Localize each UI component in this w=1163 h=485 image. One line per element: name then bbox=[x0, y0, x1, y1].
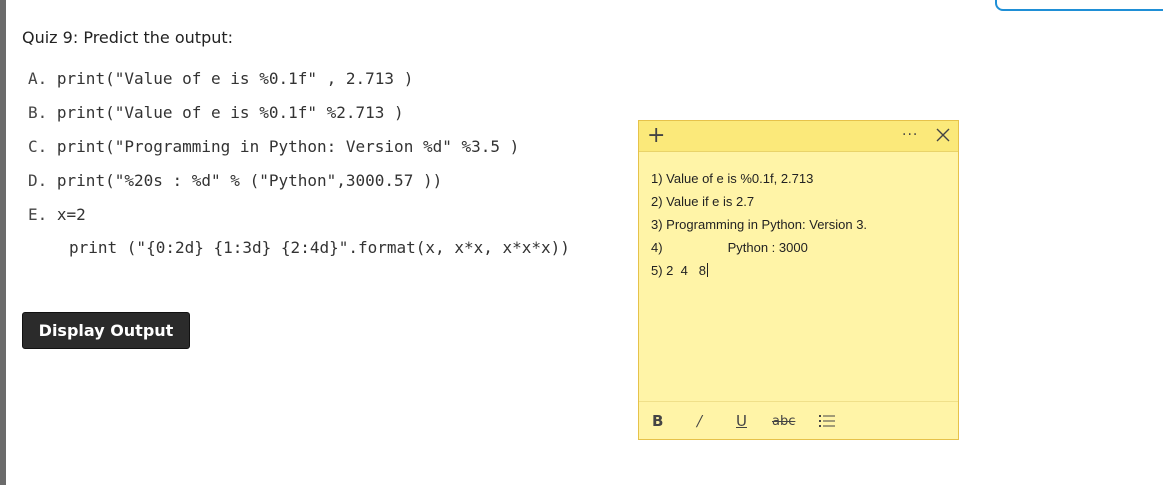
more-icon[interactable]: ··· bbox=[902, 124, 918, 146]
text-caret bbox=[706, 263, 708, 277]
note-line: 4) Python : 3000 bbox=[651, 240, 808, 255]
option-letter: E. bbox=[28, 205, 48, 224]
option-e-line2: print ("{0:2d} {1:3d} {2:4d}".format(x, … bbox=[69, 238, 570, 257]
option-code: print("Value of e is %0.1f" %2.713 ) bbox=[56, 103, 404, 122]
option-letter: C. bbox=[28, 137, 48, 156]
option-e: E. x=2 bbox=[28, 205, 86, 224]
italic-button[interactable]: / bbox=[697, 412, 702, 430]
option-b: B. print("Value of e is %0.1f" %2.713 ) bbox=[28, 103, 404, 122]
option-letter: A. bbox=[28, 69, 48, 88]
note-line: 2) Value if e is 2.7 bbox=[651, 194, 755, 209]
note-line-text: 5) 2 4 8 bbox=[651, 263, 706, 278]
left-edge-bar bbox=[0, 0, 6, 485]
sticky-note-text[interactable]: 1) Value of e is %0.1f, 2.713 2) Value i… bbox=[651, 167, 948, 282]
option-c: C. print("Programming in Python: Version… bbox=[28, 137, 519, 156]
top-right-input-box[interactable] bbox=[995, 0, 1163, 11]
underline-button[interactable]: U bbox=[736, 412, 747, 430]
formatting-toolbar: B / U abc bbox=[639, 401, 958, 439]
sticky-note[interactable]: + ··· 1) Value of e is %0.1f, 2.713 2) V… bbox=[638, 120, 959, 440]
quiz-title: Quiz 9: Predict the output: bbox=[22, 28, 234, 47]
sticky-note-header: + ··· bbox=[639, 121, 958, 152]
option-code: x=2 bbox=[56, 205, 86, 224]
option-d: D. print("%20s : %d" % ("Python",3000.57… bbox=[28, 171, 442, 190]
option-code: print("%20s : %d" % ("Python",3000.57 )) bbox=[56, 171, 443, 190]
note-line: 3) Programming in Python: Version 3. bbox=[651, 217, 868, 232]
option-letter: B. bbox=[28, 103, 48, 122]
close-icon[interactable] bbox=[934, 126, 952, 144]
display-output-button[interactable]: Display Output bbox=[22, 312, 190, 349]
option-a: A. print("Value of e is %0.1f" , 2.713 ) bbox=[28, 69, 413, 88]
option-letter: D. bbox=[28, 171, 48, 190]
bullet-list-icon[interactable] bbox=[819, 413, 835, 429]
plus-icon[interactable]: + bbox=[647, 123, 665, 149]
option-code: print("Programming in Python: Version %d… bbox=[56, 137, 520, 156]
strikethrough-button[interactable]: abc bbox=[772, 414, 795, 429]
note-line-last: 5) 2 4 8 bbox=[651, 259, 948, 282]
bold-button[interactable]: B bbox=[652, 412, 663, 430]
option-code: print("Value of e is %0.1f" , 2.713 ) bbox=[56, 69, 414, 88]
note-line: 1) Value of e is %0.1f, 2.713 bbox=[651, 171, 814, 186]
